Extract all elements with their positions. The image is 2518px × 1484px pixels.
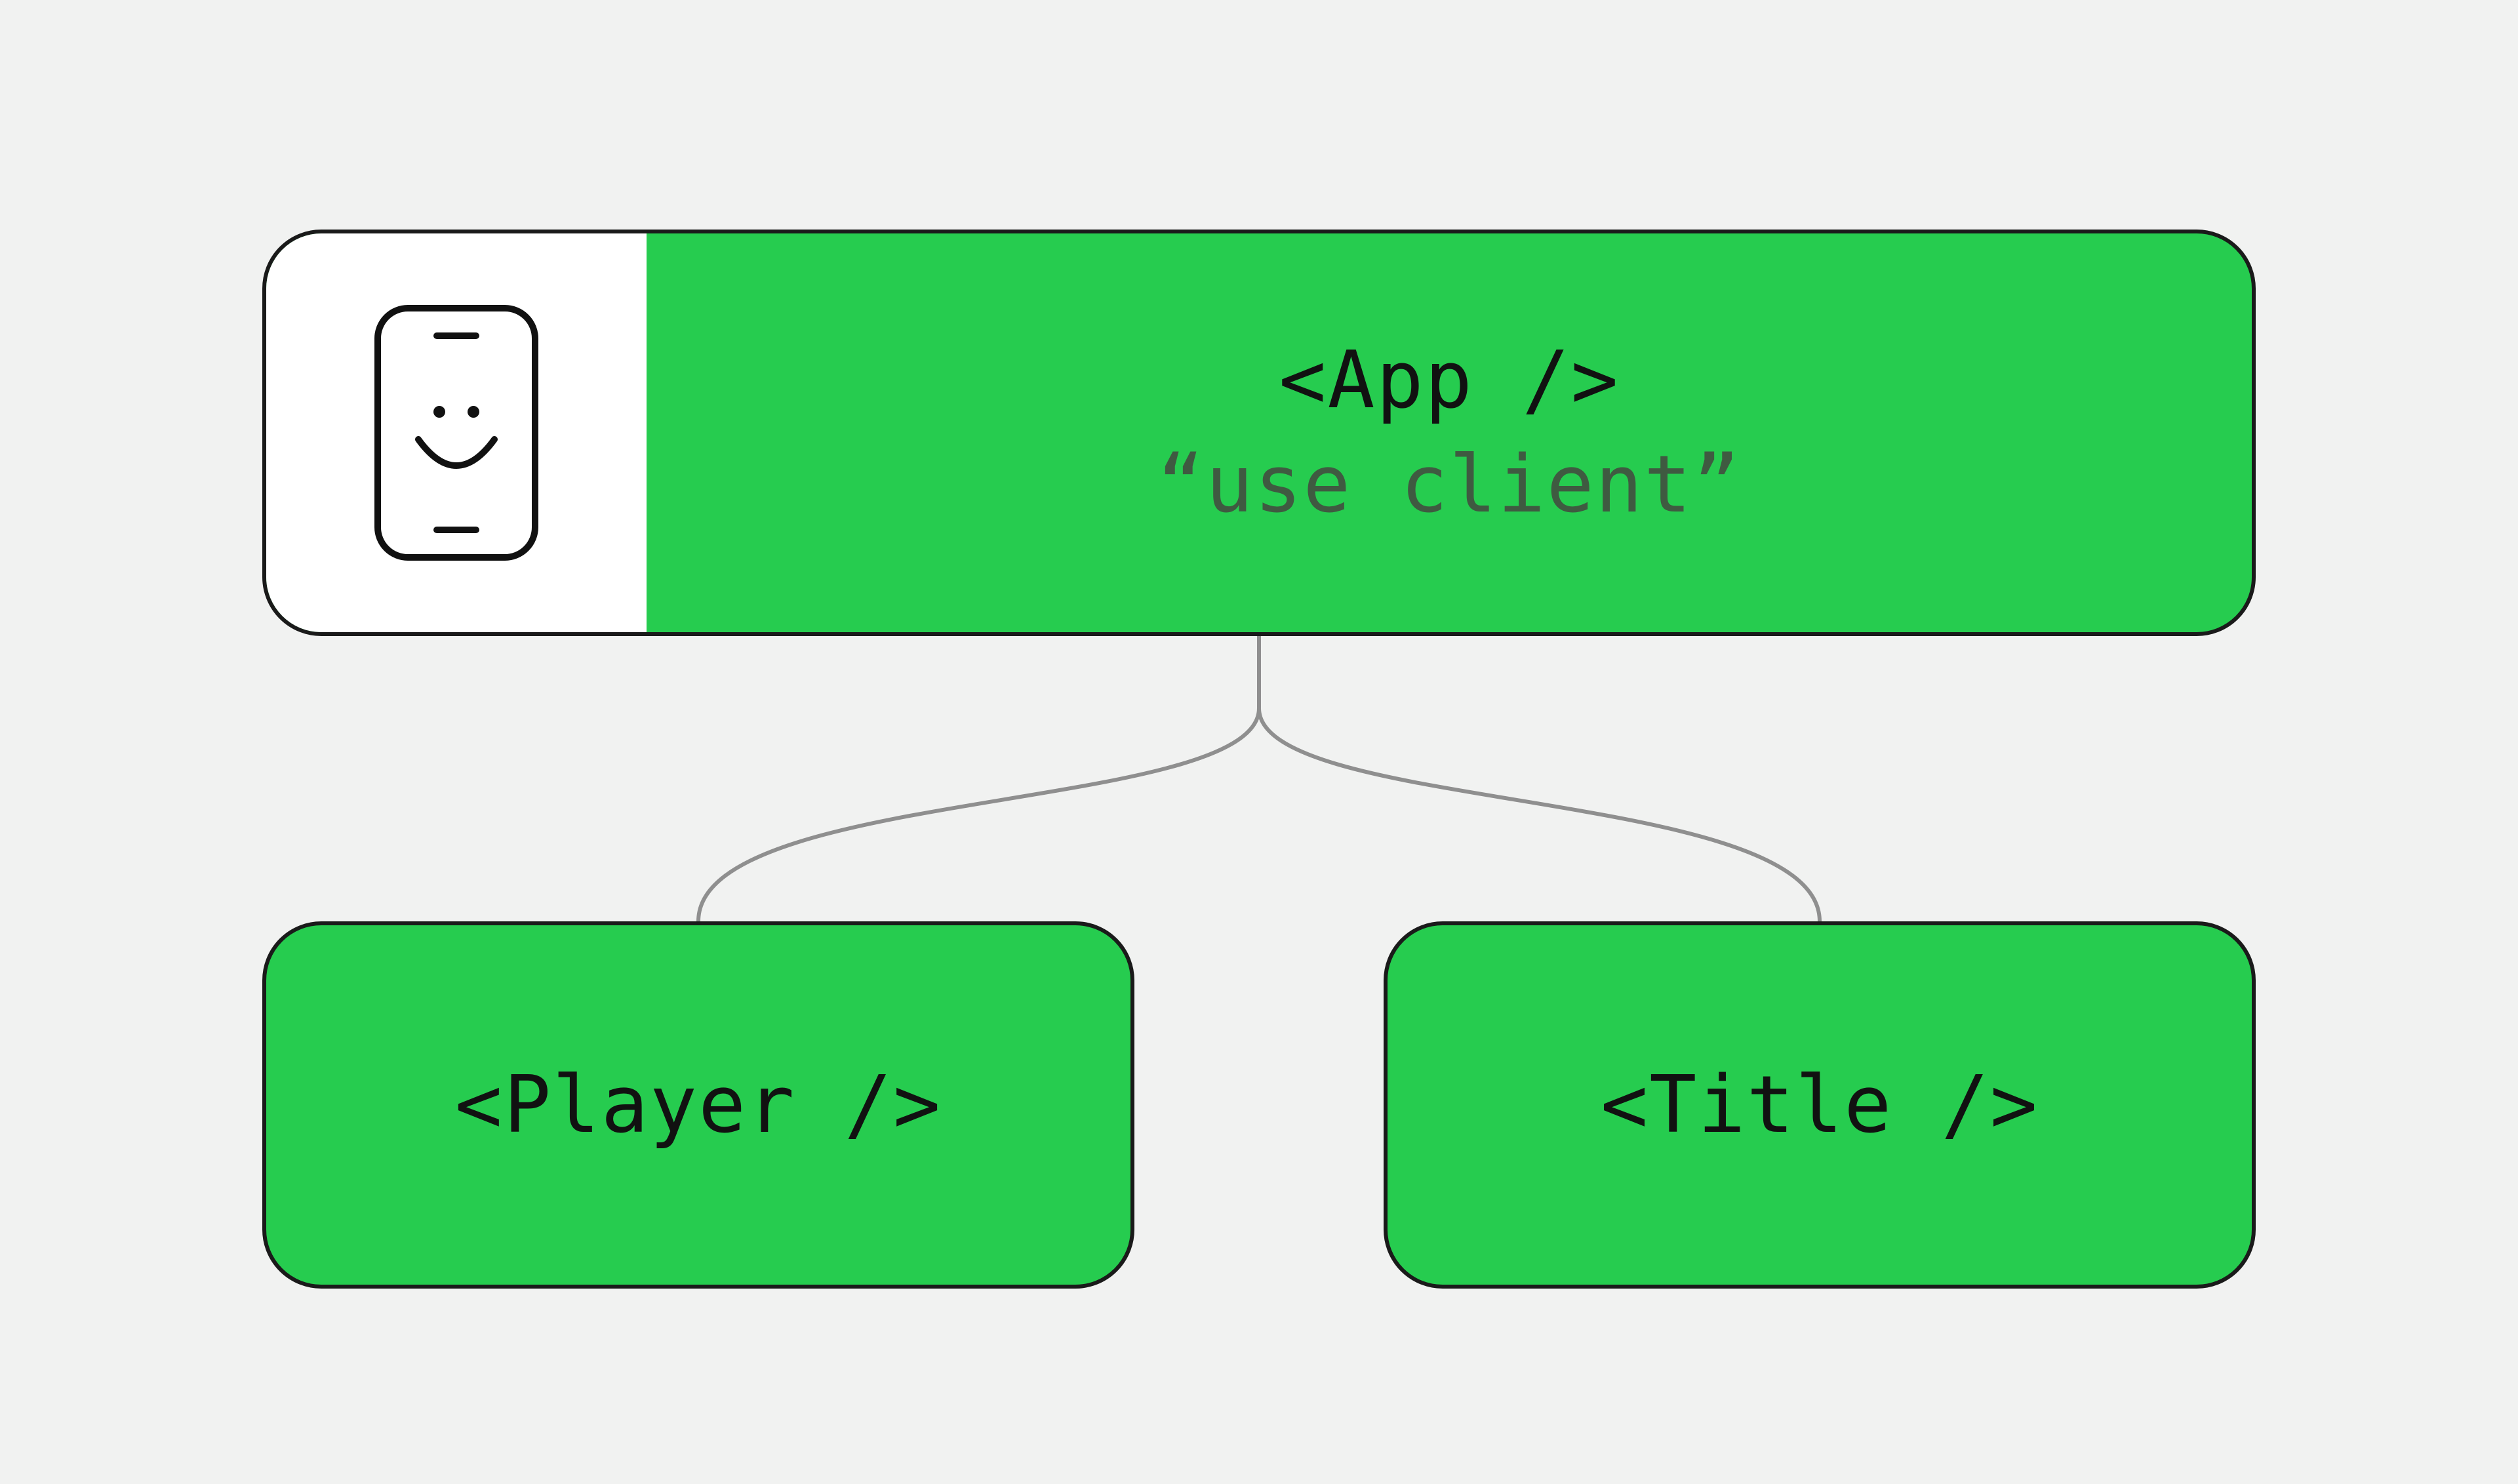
client-device-slot [266,233,647,632]
node-player: <Player /> [262,921,1134,1289]
node-app-body: <App /> “use client” [647,233,2252,632]
diagram: <App /> “use client” <Player /> <Title /… [0,0,2518,1484]
node-title: <Title /> [1384,921,2256,1289]
node-app-title: <App /> [1279,335,1620,426]
node-app: <App /> “use client” [262,230,2256,636]
node-player-label: <Player /> [455,1060,942,1151]
node-app-directive: “use client” [1157,439,1742,531]
phone-smiley-icon [371,302,542,564]
node-title-label: <Title /> [1601,1060,2039,1151]
